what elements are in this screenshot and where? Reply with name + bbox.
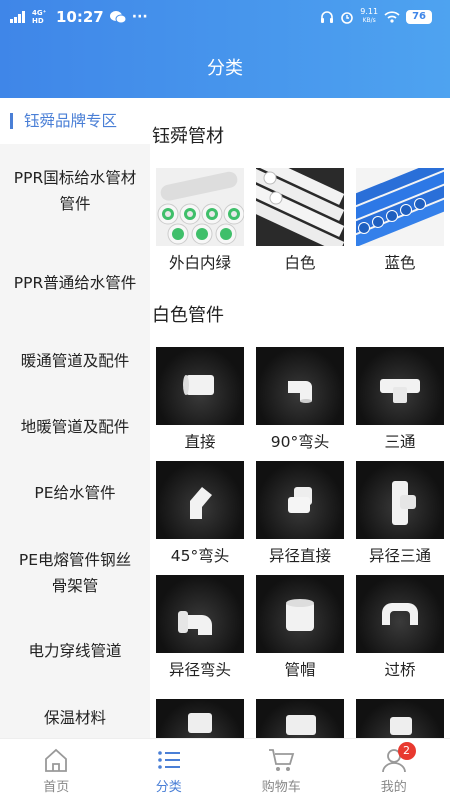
- product-image-tee: [356, 347, 444, 425]
- sidebar-item-power-conduit[interactable]: 电力穿线管道: [0, 620, 150, 682]
- signal-icon: [10, 11, 25, 23]
- headphones-icon: [321, 10, 334, 23]
- product-label: 外白内绿: [168, 254, 231, 272]
- alarm-icon: [341, 11, 354, 24]
- battery-indicator: 76: [406, 9, 432, 24]
- network-speed-value: 9.11: [360, 7, 379, 16]
- product-image-elbow-90: [256, 347, 344, 425]
- sidebar-item-label: PE给水管件: [34, 484, 116, 502]
- cart-icon: [269, 749, 295, 771]
- notification-badge: 2: [397, 742, 416, 760]
- product-image-elbow-45: [156, 461, 244, 539]
- product-label: 白色: [284, 254, 316, 272]
- product-grid-fittings: 直接 90°弯头 三通 45°弯头 异径直接 异径三通 异径弯头 管帽 过桥: [156, 347, 444, 685]
- product-label: 过桥: [384, 661, 416, 679]
- product-image-reducing-elbow: [156, 575, 244, 653]
- bottom-navigation: 首页 分类 购物车 2 我的: [0, 738, 450, 800]
- sidebar-item-label: 地暖管道及配件: [20, 418, 130, 436]
- product-item[interactable]: 三通: [356, 347, 444, 457]
- category-content: 钰舜管材 外白内绿 白色 蓝色 白色管件 直接 90°弯头 三通 45°弯头 异…: [150, 98, 450, 738]
- sidebar-item-label: 电力穿线管道: [28, 642, 122, 660]
- sidebar-item-floor-heating[interactable]: 地暖管道及配件: [0, 394, 150, 460]
- status-bar: 4G⁺ HD 10:27 ··· 9.11 KB/s 76: [0, 0, 450, 36]
- product-item[interactable]: 45°弯头: [156, 461, 244, 571]
- nav-label: 分类: [155, 780, 182, 795]
- product-label: 直接: [184, 433, 216, 451]
- product-item[interactable]: 管帽: [256, 575, 344, 685]
- more-notifications-icon: ···: [131, 9, 148, 25]
- page-title: 分类: [207, 58, 243, 79]
- product-image-reducing-coupling: [256, 461, 344, 539]
- wifi-icon: [384, 11, 400, 23]
- nav-profile[interactable]: 2 我的: [338, 739, 450, 800]
- product-image-reducing-tee: [356, 461, 444, 539]
- category-sidebar: 钰舜品牌专区 PPR国标给水管材管件 PPR普通给水管件 暖通管道及配件 地暖管…: [0, 98, 150, 738]
- product-label: 异径直接: [268, 547, 331, 565]
- sidebar-item-label: 钰舜品牌专区: [24, 112, 118, 130]
- clock-time: 10:27: [56, 8, 104, 26]
- product-image-partial[interactable]: [356, 699, 444, 738]
- nav-home[interactable]: 首页: [0, 739, 113, 800]
- nav-category[interactable]: 分类: [113, 739, 226, 800]
- sidebar-item-hvac[interactable]: 暖通管道及配件: [0, 328, 150, 394]
- product-label: 蓝色: [384, 254, 416, 272]
- product-item[interactable]: 白色: [256, 168, 344, 278]
- sidebar-item-label: 保温材料: [43, 709, 106, 727]
- nav-cart[interactable]: 购物车: [225, 739, 338, 800]
- product-item[interactable]: 蓝色: [356, 168, 444, 278]
- sidebar-item-label: PPR普通给水管件: [13, 274, 137, 292]
- product-label: 三通: [384, 433, 416, 451]
- product-item[interactable]: 90°弯头: [256, 347, 344, 457]
- product-item[interactable]: 异径弯头: [156, 575, 244, 685]
- product-item[interactable]: 外白内绿: [156, 168, 244, 278]
- sidebar-item-ppr-national[interactable]: PPR国标给水管材管件: [0, 144, 150, 238]
- network-speed: 9.11 KB/s: [360, 8, 378, 25]
- product-image-partial[interactable]: [256, 699, 344, 738]
- page-header: 分类: [0, 36, 450, 98]
- sidebar-item-brand-zone[interactable]: 钰舜品牌专区: [0, 98, 150, 144]
- nav-label: 购物车: [261, 780, 301, 795]
- sidebar-item-pe-water[interactable]: PE给水管件: [0, 460, 150, 526]
- product-image-white-pipes: [256, 168, 344, 246]
- product-item[interactable]: 异径三通: [356, 461, 444, 571]
- home-icon: [45, 748, 68, 772]
- product-grid-pipes: 外白内绿 白色 蓝色: [156, 168, 444, 278]
- product-image-pipe-cap: [256, 575, 344, 653]
- nav-label: 首页: [43, 780, 70, 795]
- section-title-pipes: 钰舜管材: [152, 126, 224, 147]
- wechat-icon: [109, 11, 126, 24]
- sidebar-item-insulation[interactable]: 保温材料: [0, 682, 150, 738]
- product-image-crossover-bend: [356, 575, 444, 653]
- sidebar-item-label: 暖通管道及配件: [20, 352, 130, 370]
- product-item[interactable]: 异径直接: [256, 461, 344, 571]
- product-item[interactable]: 直接: [156, 347, 244, 457]
- product-label: 管帽: [284, 661, 316, 679]
- sidebar-item-label: PE电熔管件钢丝骨架管: [18, 551, 132, 595]
- list-icon: [157, 751, 180, 769]
- product-label: 90°弯头: [270, 433, 330, 451]
- nav-label: 我的: [380, 780, 407, 795]
- network-type: 4G⁺ HD: [32, 9, 47, 25]
- product-grid-next-row: [156, 699, 444, 738]
- section-title-white-fittings: 白色管件: [152, 305, 224, 326]
- product-label: 异径弯头: [168, 661, 231, 679]
- network-speed-unit: KB/s: [362, 17, 376, 24]
- product-image-white-green-pipe: [156, 168, 244, 246]
- product-label: 异径三通: [368, 547, 431, 565]
- product-image-partial[interactable]: [156, 699, 244, 738]
- sidebar-item-pe-electrofusion[interactable]: PE电熔管件钢丝骨架管: [0, 526, 150, 620]
- product-label: 45°弯头: [170, 547, 230, 565]
- product-item[interactable]: 过桥: [356, 575, 444, 685]
- sidebar-item-label: PPR国标给水管材管件: [13, 169, 137, 213]
- product-image-straight-coupling: [156, 347, 244, 425]
- product-image-blue-pipes: [356, 168, 444, 246]
- sidebar-item-ppr-common[interactable]: PPR普通给水管件: [0, 238, 150, 328]
